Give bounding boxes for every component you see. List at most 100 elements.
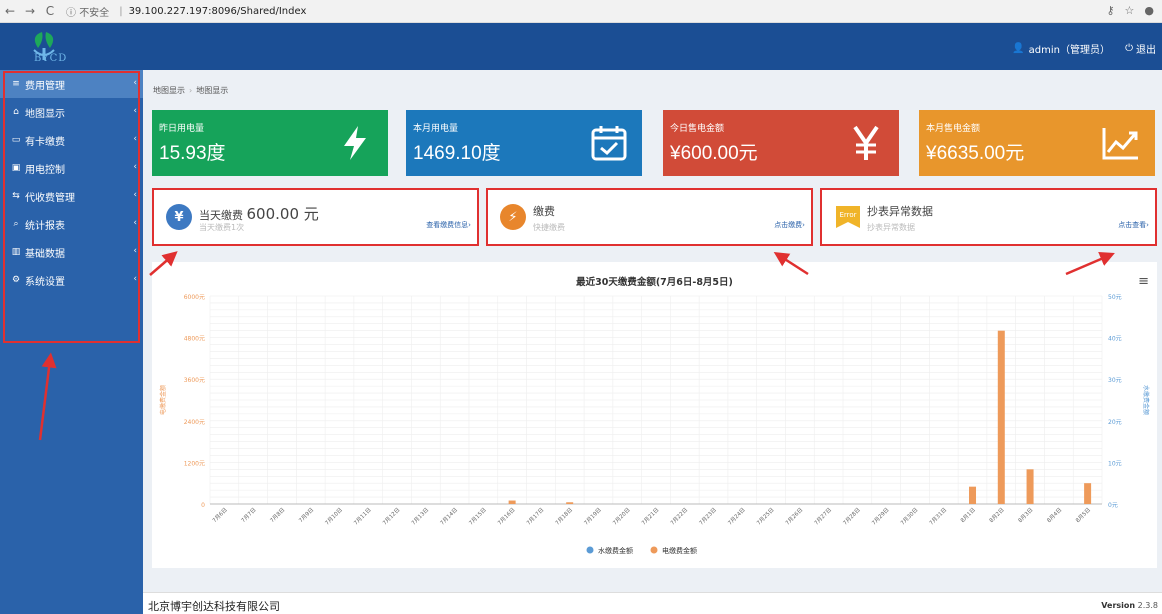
pay-now-link[interactable]: 点击缴费› [774,220,805,230]
sidebar-item-label: 基础数据 [25,248,65,260]
y2-tick-label: 0元 [1108,502,1118,509]
sidebar-item-fee-management[interactable]: ≡ 费用管理 ‹ [0,70,143,98]
footer: 北京博宇创达科技有限公司 Version 2.3.8 [143,592,1162,614]
address-bar[interactable]: | 39.100.227.197:8096/Shared/Index [119,6,306,17]
bar-chart: 0 1200元 2400元 3600元 4800元 6000元 0元 10元 20元 30元 40元… [159,294,1150,555]
x-tick-label: 8月2日 [988,506,1006,524]
x-tick-label: 7月23日 [698,506,718,526]
view-payment-link[interactable]: 查看缴费信息› [426,220,471,230]
profile-icon[interactable]: ● [1144,4,1154,17]
logout-button[interactable]: ⏻ 退出 [1125,41,1156,56]
x-tick-label: 7月13日 [410,506,430,526]
stat-label: 昨日用电量 [159,124,205,134]
info-title: 抄表异常数据 [867,205,933,218]
info-sub: 当天缴费1次 [199,223,245,232]
x-tick-label: 7月14日 [439,506,459,526]
stat-card-month-sales: 本月售电金额 ¥6635.00元 [919,110,1155,176]
x-tick-label: 7月9日 [297,506,315,524]
home-icon: ⌂ [13,107,19,117]
security-label: 不安全 [79,7,110,19]
star-icon[interactable]: ☆ [1125,4,1135,17]
sidebar-item-card-payment[interactable]: ▭ 有卡缴费 ‹ [0,126,143,154]
url-text: 39.100.227.197:8096/Shared/Index [128,5,307,17]
flame-icon: ⚡ [500,204,526,230]
bar [1084,483,1092,504]
back-icon[interactable]: ← [0,4,20,18]
sitemap-icon: ▥ [11,247,21,257]
x-tick-label: 7月11日 [353,506,373,526]
exchange-icon: ⇆ [12,191,20,201]
x-tick-label: 7月22日 [669,506,689,526]
view-errors-link[interactable]: 点击查看› [1118,220,1149,230]
bar [508,500,516,504]
calendar-check-icon [591,126,627,161]
y2-axis-label: 水缴费金额 [1142,385,1150,415]
x-tick-label: 7月17日 [525,506,545,526]
stat-value: ¥600.00元 [670,143,758,164]
chevron-left-icon: ‹ [133,78,137,88]
breadcrumb: 地图显示 › 地图显示 [153,86,229,95]
legend-marker [586,546,594,554]
payment-card: ⚡ 缴费 快捷缴费 点击缴费› [486,188,813,246]
error-badge-icon: Error [836,206,860,228]
x-tick-label: 7月6日 [211,506,229,524]
version-info: Version 2.3.8 [1101,601,1158,610]
y2-tick-label: 10元 [1108,460,1122,467]
stat-card-month-usage: 本月用电量 1469.10度 [406,110,642,176]
security-indicator[interactable]: ⓘ 不安全 [66,4,109,19]
chevron-left-icon: ‹ [133,134,137,144]
x-tick-label: 7月25日 [755,506,775,526]
x-tick-label: 8月4日 [1046,506,1064,524]
stat-label: 本月售电金额 [926,124,981,134]
y-tick-label: 3600元 [184,377,205,384]
user-label: admin（管理员） [1028,45,1110,56]
sidebar-item-label: 有卡缴费 [25,136,65,148]
stat-value: 15.93度 [159,143,226,164]
x-tick-label: 7月20日 [611,506,631,526]
x-tick-label: 8月1日 [959,506,977,524]
x-tick-label: 7月7日 [240,506,258,524]
bar [566,502,574,504]
y-tick-label: 1200元 [184,460,205,467]
gear-icon: ⚙ [11,275,21,285]
search-icon: ⌕ [13,219,19,229]
version-label: Version [1101,601,1136,610]
sidebar-item-reports[interactable]: ⌕ 统计报表 ‹ [0,210,143,238]
sidebar-item-map[interactable]: ⌂ 地图显示 ‹ [0,98,143,126]
user-menu[interactable]: 👤 admin（管理员） [1012,41,1110,56]
y2-tick-label: 40元 [1108,336,1122,343]
line-chart-icon [1102,128,1138,160]
stat-value: 1469.10度 [413,143,501,164]
chevron-left-icon: ‹ [133,218,137,228]
bar [997,330,1005,504]
chevron-left-icon: ‹ [133,246,137,256]
version-number: 2.3.8 [1137,601,1158,610]
sidebar-item-base-data[interactable]: ▥ 基础数据 ‹ [0,238,143,266]
sidebar-item-agent-fee[interactable]: ⇆ 代收费管理 ‹ [0,182,143,210]
bar [969,486,977,504]
forward-icon[interactable]: → [20,4,40,18]
x-tick-label: 7月31日 [928,506,948,526]
y2-tick-label: 20元 [1108,419,1122,426]
x-tick-label: 7月28日 [842,506,862,526]
user-icon: 👤 [1012,43,1025,54]
sidebar-item-label: 系统设置 [25,276,65,288]
chart-panel: 最近30天缴费金额(7月6日-8月5日) ≡ 0 1200元 2400元 3600元 4… [152,262,1157,568]
chevron-left-icon: ‹ [133,162,137,172]
x-tick-label: 7月8日 [269,506,287,524]
sidebar-item-power-control[interactable]: ▣ 用电控制 ‹ [0,154,143,182]
x-tick-label: 7月30日 [899,506,919,526]
x-tick-label: 8月5日 [1074,506,1092,524]
sidebar-item-settings[interactable]: ⚙ 系统设置 ‹ [0,266,143,294]
x-tick-label: 7月18日 [554,506,574,526]
key-icon[interactable]: ⚷ [1106,4,1114,17]
info-sub: 快捷缴费 [533,223,565,232]
logo-text: BYCD [34,53,68,64]
main-content: 地图显示 › 地图显示 昨日用电量 15.93度 本月用电量 1469.10度 今日… [143,70,1162,614]
reload-icon[interactable]: C [40,4,60,18]
yen-circle-icon: ¥ [166,204,192,230]
browser-toolbar: ← → C ⓘ 不安全 | 39.100.227.197:8096/Shared/… [0,0,1162,23]
breadcrumb-item[interactable]: 地图显示 [153,86,185,95]
bar [1026,469,1034,504]
chevron-left-icon: ‹ [133,274,137,284]
